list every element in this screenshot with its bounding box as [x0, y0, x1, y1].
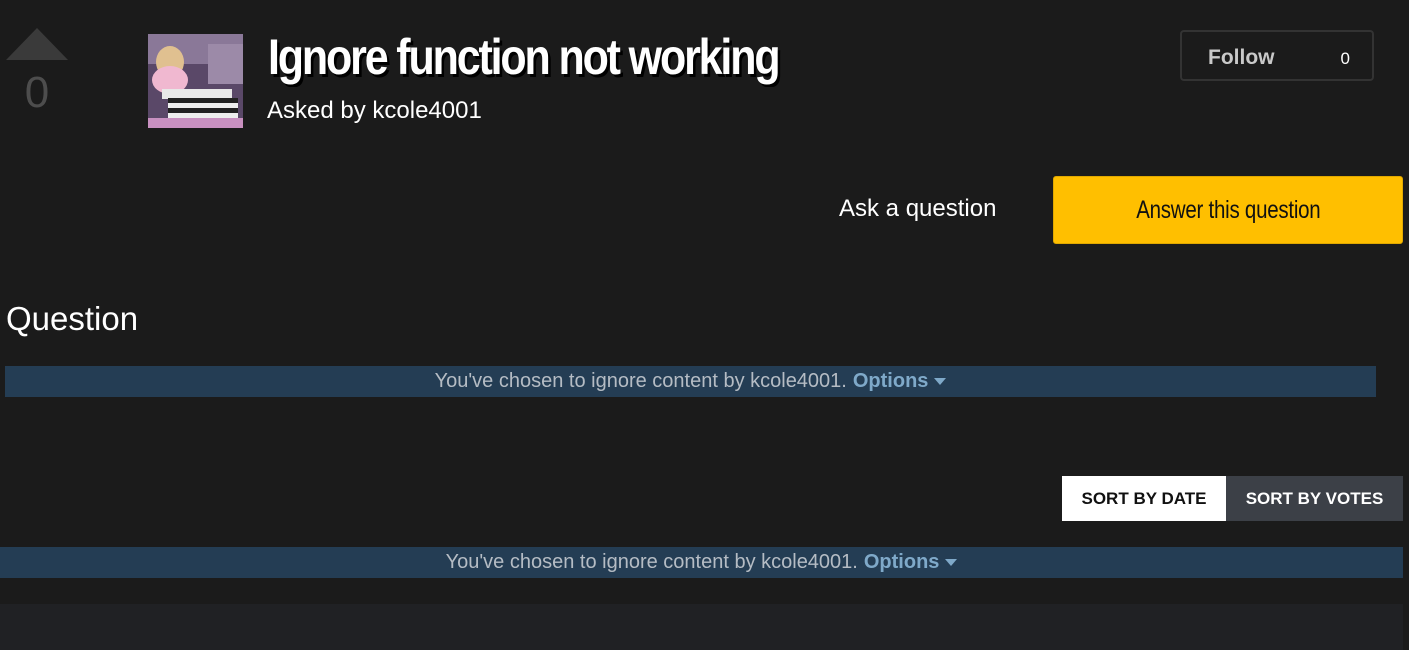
- ignore-notice-question: You've chosen to ignore content by kcole…: [5, 366, 1376, 397]
- vote-count: 0: [24, 68, 50, 117]
- page: 0 Ignore function not working Asked by k…: [0, 0, 1409, 650]
- ignore-notice-text: You've chosen to ignore content by kcole…: [445, 551, 858, 573]
- sort-by-votes-button[interactable]: SORT BY VOTES: [1226, 476, 1403, 521]
- follow-label: Follow: [1208, 46, 1275, 69]
- reply-panel: [0, 604, 1403, 650]
- ignore-notice-answer: You've chosen to ignore content by kcole…: [0, 547, 1403, 578]
- ignore-notice-text: You've chosen to ignore content by kcole…: [434, 370, 847, 392]
- follow-count: 0: [1340, 49, 1350, 68]
- avatar[interactable]: [148, 34, 243, 128]
- caret-down-icon: [934, 378, 947, 386]
- question-title: Ignore function not working: [268, 29, 781, 85]
- options-label: Options: [852, 370, 929, 392]
- section-heading: Question: [6, 300, 139, 337]
- ask-question-link[interactable]: Ask a question: [839, 195, 996, 223]
- options-dropdown[interactable]: Options: [853, 370, 947, 393]
- avatar-photo: [148, 34, 243, 128]
- options-dropdown[interactable]: Options: [864, 551, 958, 574]
- sort-toggle: SORT BY DATE SORT BY VOTES: [1062, 476, 1403, 521]
- asked-by: Asked by kcole4001: [267, 97, 482, 124]
- options-label: Options: [863, 551, 940, 573]
- answer-question-label: Answer this question: [1135, 195, 1321, 224]
- sort-by-date-button[interactable]: SORT BY DATE: [1062, 476, 1226, 521]
- follow-button[interactable]: Follow 0: [1180, 30, 1374, 81]
- answer-question-button[interactable]: Answer this question: [1053, 176, 1403, 244]
- upvote-arrow-icon[interactable]: [6, 28, 68, 60]
- caret-down-icon: [945, 559, 958, 567]
